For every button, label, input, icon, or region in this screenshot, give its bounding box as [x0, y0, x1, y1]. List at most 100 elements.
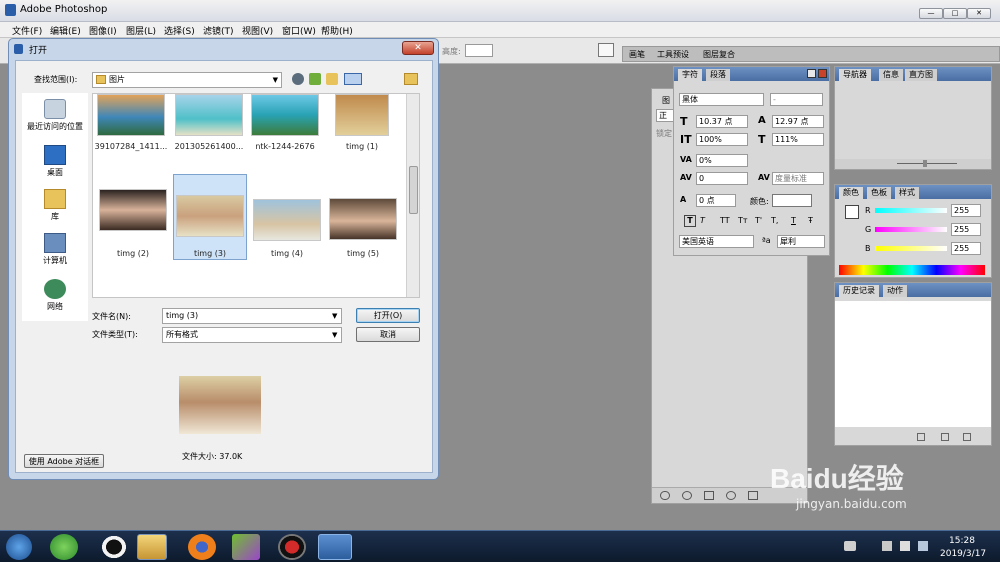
- menu-window[interactable]: 窗口(W): [282, 24, 316, 37]
- height-input[interactable]: [465, 44, 493, 57]
- open-button[interactable]: 打开(O): [356, 308, 420, 323]
- tab-paragraph[interactable]: 段落: [706, 69, 730, 81]
- dialog-close-button[interactable]: ✕: [402, 41, 434, 55]
- faux-bold-button[interactable]: T: [684, 215, 696, 227]
- vertical-scale-input[interactable]: 100%: [696, 133, 748, 146]
- all-caps-button[interactable]: TT: [720, 216, 730, 225]
- kern-mode-select[interactable]: 度量标准: [772, 172, 824, 185]
- tab-swatches[interactable]: 色板: [867, 187, 891, 199]
- kerning-input[interactable]: 0: [696, 172, 748, 185]
- channel-g-input[interactable]: 255: [951, 223, 981, 236]
- font-style-select[interactable]: -: [770, 93, 823, 106]
- layers-tab[interactable]: 图: [662, 95, 670, 106]
- tab-styles[interactable]: 样式: [895, 187, 919, 199]
- photoshop-icon[interactable]: [318, 534, 352, 560]
- tab-history[interactable]: 历史记录: [839, 285, 879, 297]
- view-menu-icon[interactable]: [344, 73, 362, 85]
- tab-actions[interactable]: 动作: [883, 285, 907, 297]
- place-computer[interactable]: 计算机: [23, 233, 87, 266]
- tab-color[interactable]: 颜色: [839, 187, 863, 199]
- tab-layer-comps[interactable]: 图层复合: [703, 49, 735, 60]
- panel-minimize-icon[interactable]: [807, 69, 816, 78]
- clock-date[interactable]: 2019/3/17: [940, 549, 986, 559]
- keyboard-icon[interactable]: [844, 541, 856, 551]
- menu-help[interactable]: 帮助(H): [321, 24, 353, 37]
- place-libraries[interactable]: 库: [23, 189, 87, 222]
- history-list[interactable]: [835, 301, 991, 427]
- strikethrough-button[interactable]: Ŧ: [808, 216, 813, 225]
- back-icon[interactable]: [292, 73, 304, 85]
- foreground-color-swatch[interactable]: [845, 205, 859, 219]
- superscript-button[interactable]: T': [755, 216, 762, 225]
- trash-icon[interactable]: [963, 433, 971, 441]
- use-adobe-dialog-button[interactable]: 使用 Adobe 对话框: [24, 454, 104, 468]
- file-name[interactable]: 201305261400...: [171, 142, 247, 151]
- close-button[interactable]: ✕: [967, 8, 991, 19]
- volume-icon[interactable]: [900, 541, 910, 551]
- filetype-select[interactable]: 所有格式: [162, 327, 342, 343]
- folder-icon[interactable]: [137, 534, 167, 560]
- scrollbar-thumb[interactable]: [409, 166, 418, 214]
- menu-view[interactable]: 视图(V): [242, 24, 273, 37]
- small-caps-button[interactable]: Tт: [738, 216, 748, 225]
- network-tray-icon[interactable]: [918, 541, 928, 551]
- channel-g-slider[interactable]: [875, 227, 947, 232]
- menu-layer[interactable]: 图层(L): [126, 24, 156, 37]
- record-icon[interactable]: [278, 534, 306, 560]
- scrollbar[interactable]: [406, 94, 419, 297]
- file-name[interactable]: timg (5): [325, 249, 401, 258]
- channel-b-input[interactable]: 255: [951, 242, 981, 255]
- color-spectrum-bar[interactable]: [839, 265, 985, 275]
- new-folder-icon[interactable]: [326, 73, 338, 85]
- font-family-select[interactable]: 黑体: [679, 93, 764, 106]
- thumbnail[interactable]: [253, 199, 321, 241]
- tab-info[interactable]: 信息: [879, 69, 903, 81]
- filetype-dropdown-icon[interactable]: ▼: [332, 331, 337, 339]
- zoom-slider-thumb[interactable]: [923, 160, 927, 167]
- menu-edit[interactable]: 编辑(E): [50, 24, 81, 37]
- underline-button[interactable]: T: [791, 216, 796, 225]
- new-group-icon[interactable]: [748, 491, 758, 500]
- tab-histogram[interactable]: 直方图: [905, 69, 937, 81]
- panel-close-icon[interactable]: [818, 69, 827, 78]
- flag-icon[interactable]: [882, 541, 892, 551]
- media-icon[interactable]: [232, 534, 260, 560]
- cancel-button[interactable]: 取消: [356, 327, 420, 342]
- baseline-input[interactable]: 0 点: [696, 194, 736, 207]
- place-desktop[interactable]: 桌面: [23, 145, 87, 178]
- folder-shortcut-icon[interactable]: [404, 73, 418, 85]
- horizontal-scale-input[interactable]: 111%: [772, 133, 824, 146]
- menu-image[interactable]: 图像(I): [89, 24, 117, 37]
- file-name[interactable]: timg (1): [324, 142, 400, 151]
- qq-icon[interactable]: [100, 534, 128, 560]
- language-select[interactable]: 美国英语: [679, 235, 754, 248]
- thumbnail[interactable]: [97, 94, 165, 136]
- thumbnail[interactable]: [176, 195, 244, 237]
- thumbnail[interactable]: [329, 198, 397, 240]
- link-icon[interactable]: [660, 491, 670, 500]
- mask-icon[interactable]: [704, 491, 714, 500]
- file-name[interactable]: timg (2): [95, 249, 171, 258]
- thumbnail[interactable]: [251, 94, 319, 136]
- start-orb[interactable]: [6, 534, 32, 560]
- file-name[interactable]: ntk-1244-2676: [247, 142, 323, 151]
- text-color-swatch[interactable]: [772, 194, 812, 207]
- subscript-button[interactable]: T,: [771, 216, 778, 225]
- file-name[interactable]: 39107284_1411...: [93, 142, 169, 151]
- menu-select[interactable]: 选择(S): [164, 24, 195, 37]
- menu-filter[interactable]: 滤镜(T): [203, 24, 234, 37]
- maximize-button[interactable]: □: [943, 8, 967, 19]
- faux-italic-button[interactable]: T: [700, 216, 705, 225]
- filename-input[interactable]: timg (3): [162, 308, 342, 324]
- palette-well-icon[interactable]: [598, 43, 614, 57]
- new-snapshot-icon[interactable]: [917, 433, 925, 441]
- place-network[interactable]: 网络: [23, 279, 87, 312]
- minimize-button[interactable]: —: [919, 8, 943, 19]
- leading-input[interactable]: 12.97 点: [772, 115, 824, 128]
- tab-tool-presets[interactable]: 工具预设: [657, 49, 689, 60]
- thumbnail[interactable]: [99, 189, 167, 231]
- tab-brushes[interactable]: 画笔: [629, 49, 645, 60]
- thumbnail[interactable]: [175, 94, 243, 136]
- menu-file[interactable]: 文件(F): [12, 24, 42, 37]
- channel-b-slider[interactable]: [875, 246, 947, 251]
